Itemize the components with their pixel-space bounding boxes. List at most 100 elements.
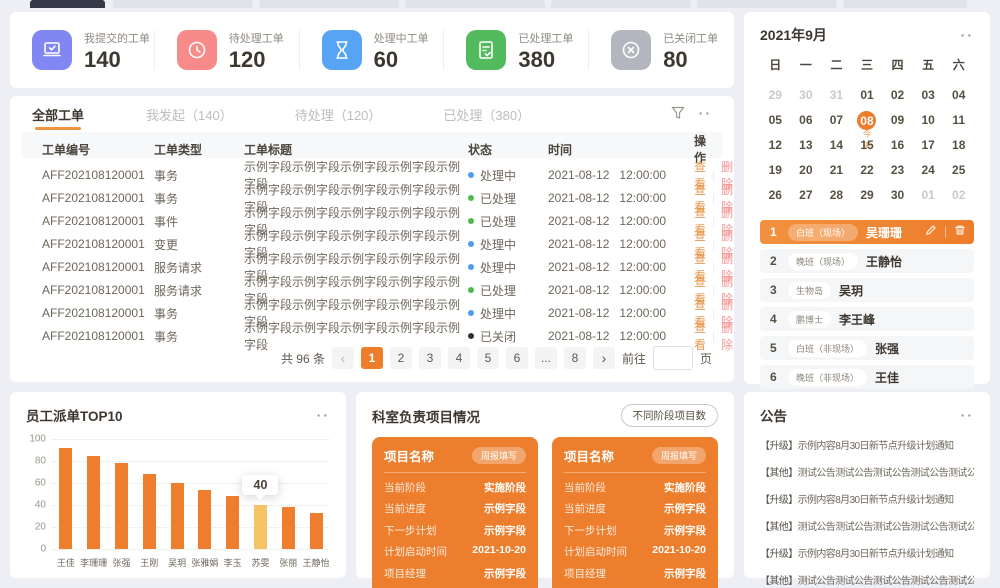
calendar-day[interactable]: 01 — [913, 185, 944, 210]
announcement-item[interactable]: 【其他】测试公告测试公告测试公告测试公告测试公告 — [760, 572, 974, 587]
calendar-day[interactable]: 04 — [943, 85, 974, 110]
goto-page-input[interactable] — [653, 346, 693, 370]
announcement-item[interactable]: 【升级】示例内容8月30日新节点升级计划通知 — [760, 437, 974, 452]
more-icon[interactable]: ·· — [699, 106, 712, 120]
project-card[interactable]: 项目名称周报填写当前阶段实施阶段当前进度示例字段下一步计划示例字段计划启动时间2… — [372, 437, 538, 588]
browser-tab[interactable] — [697, 0, 837, 8]
calendar-day-today[interactable]: 08今天 — [852, 110, 883, 135]
calendar-day[interactable]: 07 — [821, 110, 852, 135]
page-button[interactable]: 3 — [419, 347, 441, 369]
calendar-day[interactable]: 15 — [852, 135, 883, 160]
calendar-day[interactable]: 27 — [791, 185, 822, 210]
bar[interactable] — [310, 513, 323, 549]
tab-my-created[interactable]: 我发起（140） — [146, 96, 233, 132]
calendar-day[interactable]: 05 — [760, 110, 791, 135]
weekly-report-badge[interactable]: 周报填写 — [652, 447, 706, 464]
page-button[interactable]: 6 — [506, 347, 528, 369]
browser-tab[interactable] — [551, 0, 691, 8]
prev-page-icon[interactable]: ‹ — [332, 347, 354, 369]
weekly-report-badge[interactable]: 周报填写 — [472, 447, 526, 464]
calendar-day[interactable]: 22 — [852, 160, 883, 185]
bar[interactable] — [59, 448, 72, 549]
filter-icon[interactable] — [671, 106, 685, 120]
next-page-icon[interactable]: › — [593, 347, 615, 369]
tab-pending[interactable]: 待处理（120） — [295, 96, 382, 132]
table-row[interactable]: AFF202108120001服务请求示例字段示例字段示例字段示例字段示例字段已… — [22, 273, 722, 296]
calendar-day[interactable]: 17 — [913, 135, 944, 160]
shift-row[interactable]: 3生物岛吴玥 — [760, 278, 974, 302]
calendar-day[interactable]: 02 — [882, 85, 913, 110]
calendar-day[interactable]: 03 — [913, 85, 944, 110]
browser-tab[interactable] — [113, 0, 253, 8]
calendar-day[interactable]: 01 — [852, 85, 883, 110]
calendar-day[interactable]: 26 — [760, 185, 791, 210]
phase-count-button[interactable]: 不同阶段项目数 — [621, 404, 719, 427]
announcement-item[interactable]: 【其他】测试公告测试公告测试公告测试公告测试公告 — [760, 518, 974, 533]
bar[interactable] — [254, 505, 267, 549]
calendar-day[interactable]: 28 — [821, 185, 852, 210]
calendar-day[interactable]: 19 — [760, 160, 791, 185]
calendar-day[interactable]: 16 — [882, 135, 913, 160]
edit-icon[interactable] — [925, 223, 937, 241]
calendar-day[interactable]: 21 — [821, 160, 852, 185]
shift-row[interactable]: 2晚班（现场）王静怡 — [760, 249, 974, 273]
table-row[interactable]: AFF202108120001事务示例字段示例字段示例字段示例字段示例字段已关闭… — [22, 319, 722, 342]
page-button[interactable]: 5 — [477, 347, 499, 369]
calendar-day[interactable]: 06 — [791, 110, 822, 135]
shift-row[interactable]: 5白班（非现场）张强 — [760, 336, 974, 360]
table-row[interactable]: AFF202108120001事务示例字段示例字段示例字段示例字段示例字段处理中… — [22, 158, 722, 181]
calendar-day[interactable]: 25 — [943, 160, 974, 185]
trash-icon[interactable] — [954, 223, 966, 241]
bar[interactable] — [198, 490, 211, 549]
browser-tab[interactable] — [405, 0, 545, 8]
calendar-day[interactable]: 29 — [852, 185, 883, 210]
calendar-day[interactable]: 29 — [760, 85, 791, 110]
announcement-item[interactable]: 【升级】示例内容8月30日新节点升级计划通知 — [760, 545, 974, 560]
table-row[interactable]: AFF202108120001事务示例字段示例字段示例字段示例字段示例字段已处理… — [22, 181, 722, 204]
calendar-day[interactable]: 30 — [882, 185, 913, 210]
bar[interactable] — [143, 474, 156, 549]
shift-row[interactable]: 4鹏博士李王峰 — [760, 307, 974, 331]
more-icon[interactable]: ·· — [317, 408, 330, 422]
calendar-day[interactable]: 10 — [913, 110, 944, 135]
page-button[interactable]: 8 — [564, 347, 586, 369]
page-button[interactable]: ... — [535, 347, 557, 369]
shift-row[interactable]: 6晚班（非现场）王佳 — [760, 365, 974, 389]
page-button[interactable]: 2 — [390, 347, 412, 369]
bar[interactable] — [226, 496, 239, 549]
calendar-day[interactable]: 14 — [821, 135, 852, 160]
bar[interactable] — [87, 456, 100, 550]
calendar-day[interactable]: 23 — [882, 160, 913, 185]
delete-link[interactable]: 删除 — [721, 319, 733, 353]
bar[interactable] — [171, 483, 184, 549]
browser-tab-active[interactable] — [30, 0, 105, 8]
calendar-day[interactable]: 11 — [943, 110, 974, 135]
browser-tab[interactable] — [843, 0, 967, 8]
calendar-day[interactable]: 20 — [791, 160, 822, 185]
announcement-item[interactable]: 【其他】测试公告测试公告测试公告测试公告测试公告 — [760, 464, 974, 479]
page-button[interactable]: 4 — [448, 347, 470, 369]
announcement-item[interactable]: 【升级】示例内容8月30日新节点升级计划通知 — [760, 491, 974, 506]
calendar-day[interactable]: 24 — [913, 160, 944, 185]
table-row[interactable]: AFF202108120001变更示例字段示例字段示例字段示例字段示例字段处理中… — [22, 227, 722, 250]
calendar-day[interactable]: 31 — [821, 85, 852, 110]
calendar-day[interactable]: 12 — [760, 135, 791, 160]
table-row[interactable]: AFF202108120001服务请求示例字段示例字段示例字段示例字段示例字段处… — [22, 250, 722, 273]
table-row[interactable]: AFF202108120001事务示例字段示例字段示例字段示例字段示例字段处理中… — [22, 296, 722, 319]
browser-tab[interactable] — [259, 0, 399, 8]
bar[interactable] — [115, 463, 128, 549]
calendar-day[interactable]: 13 — [791, 135, 822, 160]
page-button[interactable]: 1 — [361, 347, 383, 369]
more-icon[interactable]: ·· — [961, 408, 974, 422]
project-card[interactable]: 项目名称周报填写当前阶段实施阶段当前进度示例字段下一步计划示例字段计划启动时间2… — [552, 437, 718, 588]
calendar-day[interactable]: 02 — [943, 185, 974, 210]
calendar-day[interactable]: 09 — [882, 110, 913, 135]
table-row[interactable]: AFF202108120001事件示例字段示例字段示例字段示例字段示例字段已处理… — [22, 204, 722, 227]
calendar-day[interactable]: 18 — [943, 135, 974, 160]
calendar-day[interactable]: 30 — [791, 85, 822, 110]
more-icon[interactable]: ·· — [961, 28, 974, 42]
tab-processed[interactable]: 已处理（380） — [443, 96, 530, 132]
bar[interactable] — [282, 507, 295, 549]
shift-row[interactable]: 1白班（现场）吴珊珊 — [760, 220, 974, 244]
tab-all-orders[interactable]: 全部工单 — [32, 96, 84, 132]
